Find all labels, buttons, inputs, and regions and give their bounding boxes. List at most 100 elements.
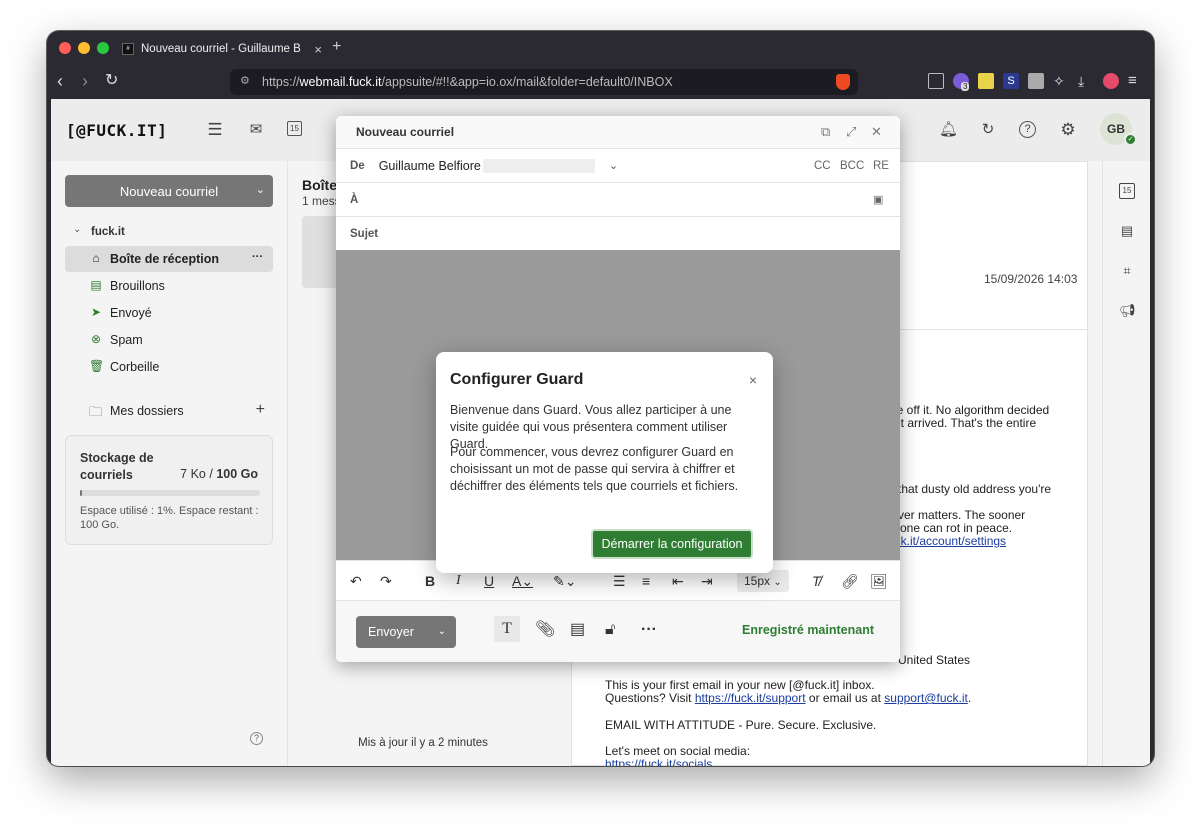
extension-purple-icon[interactable]: 3 (953, 73, 970, 91)
bullet-list-icon[interactable]: ☰ (613, 573, 626, 589)
start-setup-button[interactable]: Démarrer la configuration (591, 529, 753, 559)
chevron-down-icon[interactable]: ⌄ (609, 159, 618, 172)
link-icon[interactable]: 🔗︎ (841, 573, 859, 589)
outdent-icon[interactable]: ⇤ (672, 573, 684, 589)
indent-icon[interactable]: ⇥ (701, 573, 713, 589)
extension-note-icon[interactable] (978, 73, 994, 89)
minimize-compose-icon[interactable]: ⧉ (821, 124, 830, 140)
close-icon[interactable]: ✕ (871, 124, 882, 140)
notifications-bell-icon[interactable]: 🔔︎ (939, 121, 958, 139)
chevron-down-icon[interactable]: ⌄ (438, 616, 446, 648)
reader-mode-icon[interactable] (928, 73, 944, 89)
sidebar-item-sent[interactable]: ➤ Envoyé (65, 300, 273, 326)
contacts-icon[interactable]: ▣ (873, 193, 883, 206)
cc-button[interactable]: CC (814, 160, 831, 172)
add-folder-button[interactable]: + (256, 401, 265, 419)
calendar-icon[interactable]: 15 (1119, 183, 1135, 199)
browser-tab[interactable]: # Nouveau courriel - Guillaume B × (122, 36, 322, 62)
dialog-text: Pour commencer, vous devrez configurer G… (450, 445, 739, 493)
reload-icon[interactable]: ↻ (105, 71, 118, 91)
back-icon[interactable]: ‹ (57, 71, 63, 91)
address-bar[interactable]: ⚙ https://webmail.fuck.it/appsuite/#!!&a… (230, 69, 858, 95)
forward-icon[interactable]: › (82, 71, 88, 91)
help-icon[interactable]: ? (1019, 121, 1036, 138)
calendar-icon[interactable]: 15 (287, 121, 302, 136)
site-settings-icon[interactable]: ⚙ (240, 74, 250, 87)
support-email-link[interactable]: support@fuck.it (884, 691, 968, 705)
close-icon[interactable]: × (749, 372, 757, 388)
underline-icon[interactable]: U (484, 573, 494, 589)
settings-link[interactable]: uck.it/account/settings (888, 534, 1006, 548)
guard-setup-dialog: Configurer Guard × Bienvenue dans Guard.… (436, 352, 773, 573)
chevron-down-icon[interactable]: ⌄ (256, 183, 265, 196)
bcc-button[interactable]: BCC (840, 160, 864, 172)
expand-icon[interactable]: ⤢ (846, 124, 856, 140)
undo-icon[interactable]: ↶ (350, 573, 362, 589)
text-format-icon[interactable]: T (494, 616, 520, 642)
italic-icon[interactable]: I (456, 573, 461, 589)
bold-icon[interactable]: B (425, 573, 435, 589)
brave-shield-icon[interactable] (836, 74, 850, 90)
refresh-icon[interactable]: ↻ (979, 121, 997, 139)
sidebar-item-trash[interactable]: 🗑︎ Corbeille (65, 354, 273, 380)
font-size-select[interactable]: 15px ⌄ (737, 570, 789, 592)
minimize-window-button[interactable] (78, 42, 90, 54)
mail-icon[interactable]: ✉ (247, 121, 265, 139)
tab-close-icon[interactable]: × (314, 42, 322, 57)
from-label: De (350, 159, 365, 172)
highlight-icon[interactable]: ✎⌄ (553, 573, 576, 589)
send-button[interactable]: Envoyer ⌄ (356, 616, 456, 648)
mail-body-line: one can rot in peace. (900, 521, 1013, 535)
menu-icon[interactable]: ☰ (206, 121, 224, 139)
send-label: Envoyer (368, 625, 414, 639)
tasks-icon[interactable]: ▤ (1119, 223, 1135, 239)
compose-title: Nouveau courriel (356, 125, 455, 139)
folder-more-icon[interactable]: ··· (252, 251, 263, 263)
from-row[interactable]: De Guillaume Belfiore ⌄ CC BCC RE (336, 148, 900, 182)
re-button[interactable]: RE (873, 160, 889, 172)
clear-format-icon[interactable]: T̸ (812, 573, 821, 589)
mail-tagline: EMAIL WITH ATTITUDE - Pure. Secure. Excl… (605, 718, 877, 732)
storage-value: 7 Ko / 100 Go (180, 467, 258, 481)
image-icon[interactable]: 🖼︎ (870, 573, 888, 589)
zoom-window-button[interactable] (97, 42, 109, 54)
megaphone-icon[interactable]: 📢︎ (1119, 303, 1136, 319)
attachment-icon[interactable]: 📎︎ (535, 621, 555, 639)
extension-red-icon[interactable] (1103, 73, 1119, 89)
sidebar-item-spam[interactable]: ⊗ Spam (65, 327, 273, 353)
settings-gear-icon[interactable]: ⚙ (1059, 121, 1077, 139)
extensions-puzzle-icon[interactable]: ✧ (1053, 73, 1069, 89)
new-mail-button[interactable]: Nouveau courriel ⌄ (65, 175, 273, 207)
chevron-down-icon[interactable]: ⌄ (73, 224, 81, 235)
sidebar-item-inbox[interactable]: ⌂ Boîte de réception ··· (65, 246, 273, 272)
social-link[interactable]: https://fuck.it/socials (605, 757, 712, 766)
storage-info: Espace utilisé : 1%. Espace restant : 10… (80, 505, 259, 531)
rss-icon[interactable] (1028, 73, 1044, 89)
menu-icon[interactable]: ≡ (1128, 73, 1144, 89)
trash-icon: 🗑︎ (89, 359, 105, 373)
mail-body-line: file off it. No algorithm decided (888, 403, 1050, 417)
help-icon[interactable]: ? (250, 732, 263, 745)
new-tab-button[interactable]: + (332, 38, 341, 56)
more-options-icon[interactable]: ··· (641, 621, 657, 639)
unlock-icon[interactable]: 🔓︎ (605, 621, 615, 639)
numbered-list-icon[interactable]: ≡ (642, 573, 650, 589)
brand-logo[interactable]: [@FUCK.IT] (66, 121, 167, 140)
to-row[interactable]: À ▣ (336, 182, 900, 216)
close-window-button[interactable] (59, 42, 71, 54)
text-color-icon[interactable]: A⌄ (512, 573, 533, 589)
tag-icon[interactable]: ⌗ (1119, 263, 1135, 279)
to-label: À (350, 193, 359, 206)
support-link[interactable]: https://fuck.it/support (695, 691, 806, 705)
my-folders[interactable]: 🗀 Mes dossiers + (65, 401, 273, 421)
folder-label: Corbeille (110, 360, 160, 374)
signature-icon[interactable]: ▤ (570, 621, 585, 639)
storage-bar-fill (80, 490, 82, 496)
redo-icon[interactable]: ↷ (380, 573, 392, 589)
subject-row[interactable]: Sujet (336, 216, 900, 250)
account-name[interactable]: fuck.it (91, 226, 125, 238)
sidebar-item-drafts[interactable]: ▤ Brouillons (65, 273, 273, 299)
extension-s-icon[interactable]: S (1003, 73, 1019, 89)
downloads-icon[interactable]: ⤓ (1078, 73, 1094, 89)
storage-total: 100 Go (216, 467, 258, 481)
